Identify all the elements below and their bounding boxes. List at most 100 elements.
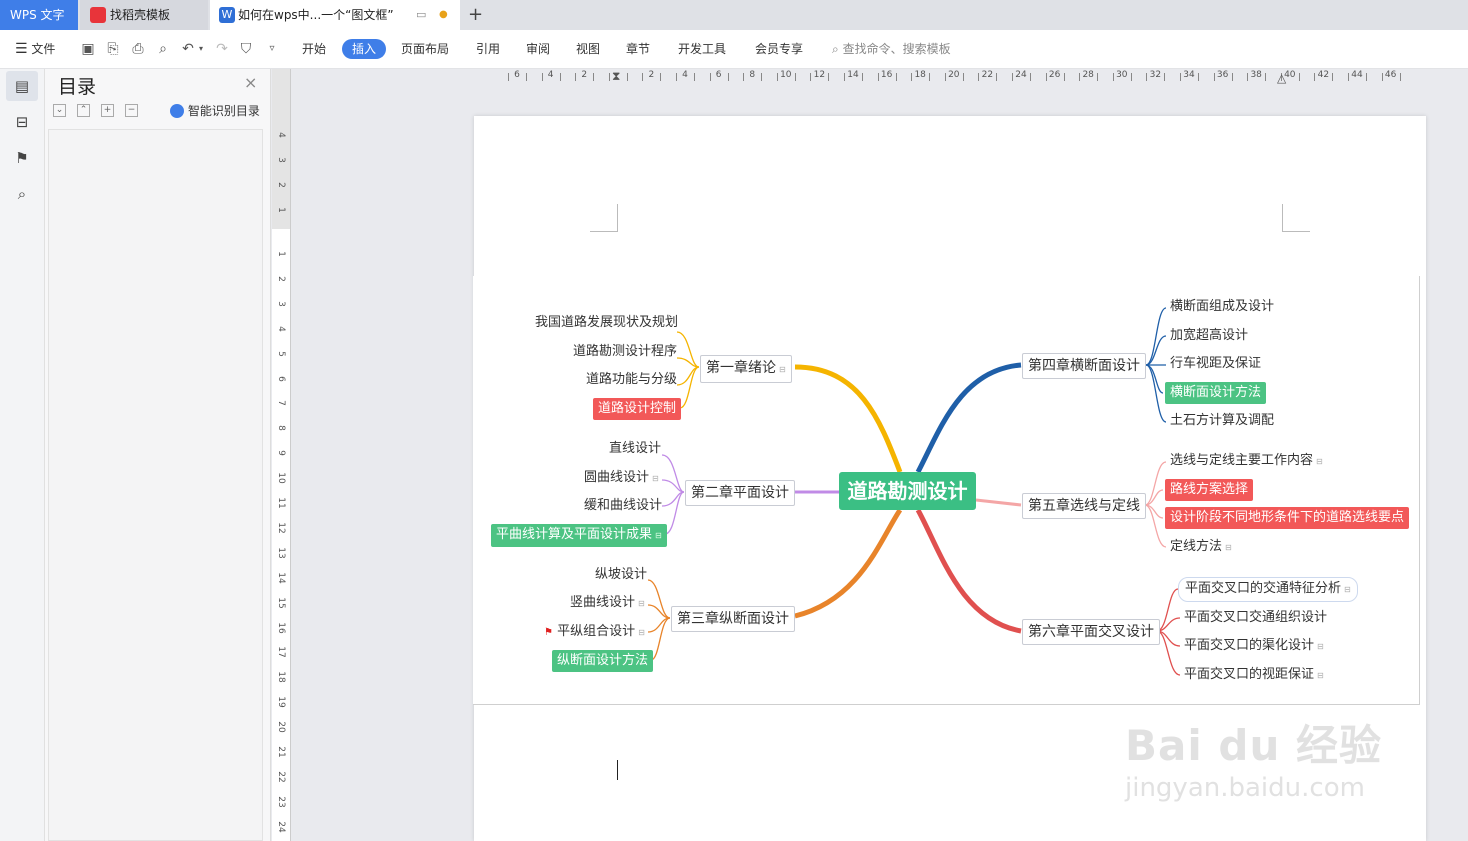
node-chapter-5[interactable]: 第五章选线与定线: [1022, 493, 1146, 519]
leaf-node[interactable]: 我国道路发展现状及规划: [535, 313, 678, 333]
undo-icon[interactable]: ↶: [180, 41, 196, 57]
toc-list[interactable]: [48, 129, 263, 841]
node-chapter-2[interactable]: 第二章平面设计: [685, 480, 795, 506]
menu-tab-references[interactable]: 引用: [476, 30, 500, 68]
h-ruler-label: 36: [1216, 70, 1229, 80]
h-ruler-label: 4: [682, 70, 688, 80]
node-chapter-6[interactable]: 第六章平面交叉设计: [1022, 619, 1160, 645]
right-indent-marker[interactable]: △: [1277, 71, 1286, 85]
first-line-indent-marker[interactable]: ⧗: [612, 69, 620, 84]
bookmark-icon[interactable]: ⚑: [6, 143, 38, 173]
leaf-node-highlight[interactable]: 平曲线计算及平面设计成果 ⊟: [491, 524, 667, 547]
leaf-node[interactable]: 平面交叉口交通组织设计: [1184, 608, 1327, 628]
menu-tab-insert[interactable]: 插入: [342, 39, 387, 59]
node-label: 竖曲线设计: [570, 595, 636, 610]
h-ruler-tick: [1079, 73, 1081, 81]
note-icon: ⊟: [1317, 642, 1324, 651]
mindmap-root-node[interactable]: 道路勘测设计: [839, 472, 976, 510]
menu-tab-view[interactable]: 视图: [576, 30, 600, 68]
leaf-node[interactable]: 行车视距及保证: [1170, 354, 1261, 374]
monitor-icon[interactable]: ▭: [416, 0, 426, 30]
tab-template[interactable]: 找稻壳模板: [80, 0, 208, 30]
h-ruler-tick: [1030, 73, 1031, 81]
h-ruler-tick: [559, 73, 561, 81]
export-pdf-icon[interactable]: ⎘: [105, 41, 121, 57]
h-ruler-label: 32: [1149, 70, 1162, 80]
leaf-node[interactable]: 道路勘测设计程序: [573, 342, 677, 362]
v-ruler-label: 16: [276, 621, 286, 634]
leaf-node-highlight[interactable]: 道路设计控制: [593, 398, 682, 420]
file-menu-button[interactable]: ☰ 文件: [15, 30, 55, 68]
leaf-node[interactable]: 直线设计: [609, 439, 661, 459]
leaf-node[interactable]: 定线方法 ⊟: [1170, 537, 1232, 558]
h-ruler-label: 6: [715, 70, 722, 80]
leaf-node[interactable]: ⚑ 平纵组合设计 ⊟: [544, 622, 645, 643]
menu-tab-member[interactable]: 会员专享: [755, 30, 803, 68]
leaf-node[interactable]: 加宽超高设计: [1170, 326, 1248, 346]
h-ruler-tick: [1180, 73, 1181, 81]
collapse-all-icon[interactable]: −: [125, 104, 138, 117]
h-ruler-tick: [810, 73, 812, 81]
smart-toc-button[interactable]: 智能识别目录: [170, 102, 260, 119]
h-ruler-tick: [1012, 73, 1013, 81]
leaf-node[interactable]: 道路功能与分级: [586, 370, 677, 390]
redo-icon[interactable]: ↷: [214, 41, 230, 57]
h-ruler-tick: [911, 73, 913, 81]
tab-wps-writer[interactable]: WPS 文字: [0, 0, 78, 30]
menu-tab-section[interactable]: 章节: [626, 30, 650, 68]
collapse-up-icon[interactable]: ⌃: [77, 104, 90, 117]
horizontal-ruler[interactable]: 6 4 2 2 4 6 8 10 12 14 16 18 20 22 24 26 28 30 32 34 36 38 40 4…: [472, 69, 1428, 87]
expand-down-icon[interactable]: ⌄: [53, 104, 66, 117]
leaf-node[interactable]: 平面交叉口的渠化设计 ⊟: [1184, 636, 1324, 657]
menu-tab-home[interactable]: 开始: [302, 30, 326, 68]
close-icon[interactable]: ×: [244, 73, 257, 92]
leaf-node[interactable]: 纵坡设计: [595, 565, 647, 585]
tab-bar: WPS 文字 找稻壳模板 W 如何在wps中...一个“图文框” ▭ ● +: [0, 0, 1468, 30]
section-nav-icon[interactable]: ⊟: [6, 107, 38, 137]
leaf-node[interactable]: 选线与定线主要工作内容 ⊟: [1170, 451, 1323, 472]
h-ruler-tick: [575, 73, 577, 81]
menu-tab-developer[interactable]: 开发工具: [678, 30, 726, 68]
leaf-node[interactable]: 竖曲线设计 ⊟: [570, 593, 645, 614]
undo-dropdown-icon[interactable]: ▾: [196, 41, 206, 57]
node-chapter-3[interactable]: 第三章纵断面设计: [671, 606, 795, 632]
leaf-node-highlight[interactable]: 横断面设计方法: [1165, 382, 1267, 404]
h-ruler-label: 46: [1384, 70, 1397, 80]
leaf-node-highlight[interactable]: 设计阶段不同地形条件下的道路选线要点: [1165, 507, 1410, 529]
node-chapter-4[interactable]: 第四章横断面设计: [1022, 353, 1146, 379]
leaf-node-highlight[interactable]: 路线方案选择: [1165, 479, 1254, 501]
node-label: 平面交叉口的交通特征分析: [1185, 581, 1342, 596]
command-search[interactable]: ⌕ 查找命令、搜索模板: [832, 30, 951, 68]
leaf-node-highlight[interactable]: 纵断面设计方法: [552, 650, 654, 672]
format-painter-icon[interactable]: ⛉: [238, 41, 254, 57]
print-icon[interactable]: ⎙: [130, 41, 146, 57]
node-label: 平面交叉口的渠化设计: [1184, 638, 1315, 653]
toc-panel-icon[interactable]: ▤: [6, 71, 38, 101]
h-ruler-label: 24: [1015, 70, 1027, 80]
tab-document[interactable]: W 如何在wps中...一个“图文框” ▭ ●: [210, 0, 460, 30]
h-ruler-tick: [1198, 73, 1199, 81]
save-icon[interactable]: ▣: [80, 41, 96, 57]
menu-tab-page-layout[interactable]: 页面布局: [401, 30, 449, 68]
leaf-node[interactable]: 平面交叉口的视距保证 ⊟: [1184, 665, 1324, 686]
ai-icon: [170, 104, 184, 118]
print-preview-icon[interactable]: ⌕: [155, 41, 171, 57]
v-ruler-label: 22: [276, 771, 286, 783]
h-ruler-tick: [776, 73, 778, 81]
leaf-node[interactable]: 土石方计算及调配: [1170, 411, 1274, 431]
quick-access-dropdown-icon[interactable]: ▿: [264, 41, 280, 57]
leaf-node[interactable]: 横断面组成及设计: [1170, 297, 1274, 317]
leaf-node-selected[interactable]: 平面交叉口的交通特征分析 ⊟: [1178, 577, 1358, 602]
tab-label: 找稻壳模板: [110, 8, 171, 22]
expand-all-icon[interactable]: +: [101, 104, 114, 117]
leaf-node[interactable]: 圆曲线设计 ⊟: [584, 468, 659, 489]
leaf-node[interactable]: 缓和曲线设计: [584, 496, 662, 516]
new-tab-button[interactable]: +: [468, 0, 488, 30]
vertical-ruler[interactable]: 4 3 2 1 1 2 3 4 5 6 7 8 9 10 11 12 13 14 15 16 17 18 19 20 21 22 2…: [272, 69, 291, 841]
h-ruler-tick: [608, 73, 610, 81]
node-chapter-1[interactable]: 第一章绪论 ⊟: [700, 355, 792, 383]
menu-tab-review[interactable]: 审阅: [526, 30, 550, 68]
h-ruler-tick: [944, 73, 946, 81]
find-icon[interactable]: ⌕: [6, 179, 38, 209]
h-ruler-label: 22: [981, 70, 994, 80]
